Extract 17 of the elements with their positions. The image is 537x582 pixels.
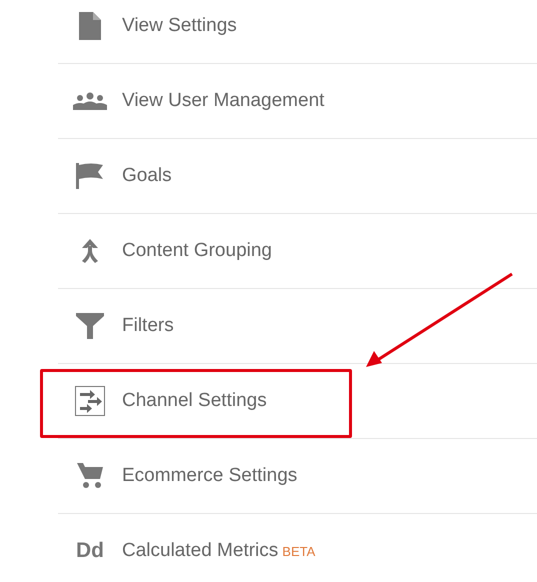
- people-icon: [73, 92, 107, 110]
- menu-item[interactable]: View Settings: [122, 15, 237, 37]
- flag-icon: [76, 163, 104, 189]
- channel-icon: [75, 386, 105, 416]
- menu-item[interactable]: Channel Settings: [122, 390, 267, 412]
- menu-item[interactable]: View User Management: [122, 90, 324, 112]
- menu-item[interactable]: Ecommerce Settings: [122, 465, 298, 487]
- merge-icon: [80, 239, 100, 263]
- beta-label: BETA: [282, 544, 316, 558]
- menu-item[interactable]: Goals: [122, 165, 172, 187]
- cart-icon: [77, 463, 103, 489]
- funnel-icon: [76, 313, 104, 339]
- text-icon: Dd: [76, 539, 104, 563]
- menu-item[interactable]: Content Grouping: [122, 240, 272, 262]
- document-icon: [79, 12, 101, 40]
- menu-item[interactable]: Calculated Metrics: [122, 540, 278, 562]
- menu-item[interactable]: Filters: [122, 315, 174, 337]
